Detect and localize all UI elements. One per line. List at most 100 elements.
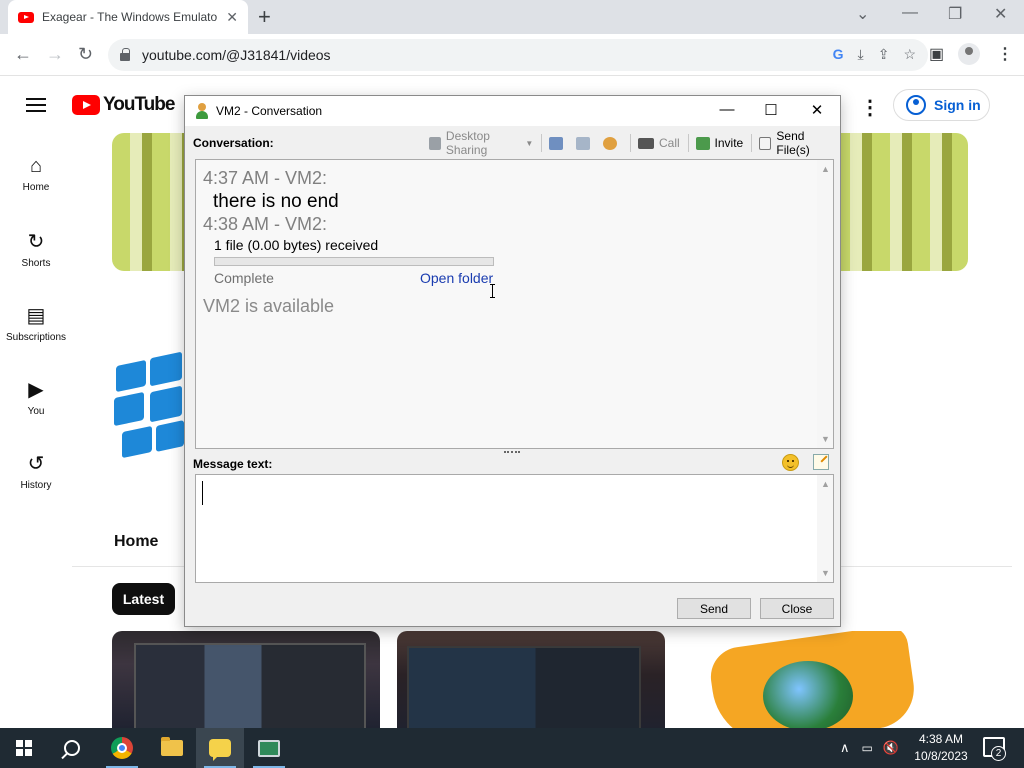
taskbar-clock[interactable]: 4:38 AM 10/8/2023: [912, 731, 970, 765]
chip-latest[interactable]: Latest: [112, 583, 175, 615]
taskbar-messenger[interactable]: [196, 728, 244, 768]
message-scrollbar[interactable]: ▲ ▼: [817, 475, 833, 582]
video-thumbnail[interactable]: [112, 631, 380, 728]
file-info-button[interactable]: [576, 136, 595, 150]
volume-muted-icon[interactable]: 🔇: [883, 740, 899, 756]
sign-in-label: Sign in: [934, 97, 981, 113]
taskbar-search-button[interactable]: [48, 728, 96, 768]
dialog-maximize-button[interactable]: ☐: [756, 101, 786, 119]
settings-button[interactable]: [603, 136, 622, 150]
sidebar-item-label: Shorts: [21, 258, 51, 269]
taskbar-vm-app[interactable]: [245, 728, 293, 768]
file-status: Complete: [214, 270, 274, 286]
video-thumbnail[interactable]: [397, 631, 665, 728]
contact-list-icon: [549, 136, 564, 150]
conversation-window: VM2 - Conversation — ☐ ✕ Conversation: D…: [184, 95, 841, 627]
share-icon[interactable]: ⇪: [878, 46, 890, 63]
desktop-sharing-button[interactable]: Desktop Sharing ▼: [429, 129, 533, 157]
sidebar-item-home[interactable]: ⌂ Home: [0, 155, 72, 193]
message-header: 4:37 AM - VM2:: [203, 168, 328, 188]
conversation-titlebar[interactable]: VM2 - Conversation — ☐ ✕: [185, 96, 840, 126]
message-input[interactable]: ▲ ▼: [195, 474, 834, 583]
chrome-menu-icon[interactable]: ⋮: [997, 44, 1013, 64]
contact-list-button[interactable]: [549, 136, 568, 150]
sidebar-item-label: Home: [22, 182, 50, 193]
open-folder-link[interactable]: Open folder: [420, 270, 493, 286]
sidebar-item-label: Subscriptions: [5, 332, 67, 343]
shorts-icon: ↻: [27, 231, 45, 253]
new-tab-button[interactable]: +: [258, 4, 271, 30]
send-file-icon: [759, 136, 772, 150]
channel-avatar[interactable]: [112, 351, 188, 475]
file-transfer-progress: [214, 257, 494, 266]
restore-window-button[interactable]: ❐: [948, 4, 962, 24]
install-app-icon[interactable]: ⤓: [858, 46, 864, 63]
youtube-logo[interactable]: YouTube: [72, 94, 175, 116]
profile-avatar-icon[interactable]: [958, 43, 980, 65]
address-bar[interactable]: youtube.com/@J31841/videos G ⤓ ⇪ ☆: [108, 39, 928, 71]
send-button[interactable]: Send: [677, 598, 751, 619]
dialog-minimize-button[interactable]: —: [712, 101, 742, 118]
account-circle-icon: [906, 95, 926, 115]
invite-button[interactable]: Invite: [695, 136, 743, 150]
youtube-wordmark: YouTube: [103, 94, 175, 115]
side-panel-icon[interactable]: ▣: [929, 44, 944, 64]
menu-hamburger-icon[interactable]: [26, 98, 46, 112]
pane-splitter-handle[interactable]: [504, 451, 520, 455]
windows-logo-icon: [16, 740, 32, 756]
tab-title: Exagear - The Windows Emulato: [42, 10, 218, 24]
invite-people-icon: [695, 136, 710, 150]
history-icon: ↺: [27, 453, 45, 475]
scroll-up-icon[interactable]: ▲: [821, 479, 830, 489]
back-arrow-icon[interactable]: ←: [14, 44, 32, 65]
gear-icon: [603, 136, 618, 150]
text-format-icon[interactable]: [813, 454, 829, 470]
more-options-icon[interactable]: ⋮: [860, 95, 880, 120]
close-button[interactable]: Close: [760, 598, 834, 619]
emoji-smiley-icon[interactable]: [782, 454, 799, 471]
browser-tab[interactable]: Exagear - The Windows Emulato ✕: [8, 0, 248, 34]
sign-in-button[interactable]: Sign in: [893, 89, 990, 121]
tab-search-chevron-icon[interactable]: ⌄: [856, 4, 869, 24]
tray-overflow-chevron-icon[interactable]: ∧: [840, 740, 850, 756]
taskbar-chrome[interactable]: [98, 728, 146, 768]
windows-taskbar: ∧ ▭ 🔇 4:38 AM 10/8/2023 2: [0, 728, 1024, 768]
file-received-text: 1 file (0.00 bytes) received: [214, 237, 379, 253]
message-text-label: Message text:: [193, 457, 273, 471]
virtual-machine-icon: [258, 739, 280, 757]
sidebar-item-label: You: [27, 406, 45, 417]
sidebar-item-you[interactable]: ▶ You: [0, 377, 72, 417]
scroll-up-icon[interactable]: ▲: [821, 164, 830, 174]
reload-icon[interactable]: ↻: [78, 44, 93, 65]
call-button[interactable]: Call: [637, 136, 680, 150]
google-lens-icon[interactable]: G: [833, 46, 844, 63]
lock-icon: [120, 48, 130, 61]
tab-close-icon[interactable]: ✕: [226, 9, 238, 26]
sidebar-item-shorts[interactable]: ↻ Shorts: [0, 229, 72, 269]
conversation-toolbar: Desktop Sharing ▼ Call Invite Send File(…: [429, 129, 840, 157]
conversation-history[interactable]: 4:37 AM - VM2: there is no end 4:38 AM -…: [195, 159, 834, 449]
video-thumbnail[interactable]: [683, 631, 951, 728]
network-icon[interactable]: ▭: [862, 741, 873, 755]
start-button[interactable]: [0, 728, 48, 768]
tab-home[interactable]: Home: [114, 533, 158, 551]
contact-person-icon: [195, 103, 209, 119]
forward-arrow-icon[interactable]: →: [46, 44, 64, 65]
scroll-down-icon[interactable]: ▼: [821, 434, 830, 444]
desktop-sharing-icon: [429, 136, 441, 150]
conversation-scrollbar[interactable]: ▲ ▼: [817, 160, 833, 448]
sidebar-item-subscriptions[interactable]: ▤ Subscriptions: [0, 303, 72, 343]
send-files-button[interactable]: Send File(s): [759, 129, 832, 157]
taskbar-file-explorer[interactable]: [148, 728, 196, 768]
chrome-icon: [111, 737, 133, 759]
clock-time: 4:38 AM: [918, 732, 964, 746]
dialog-close-button[interactable]: ✕: [802, 101, 832, 119]
close-window-button[interactable]: ✕: [994, 4, 1007, 24]
minimize-window-button[interactable]: —: [902, 4, 918, 22]
sidebar-item-history[interactable]: ↺ History: [0, 451, 72, 491]
scroll-down-icon[interactable]: ▼: [821, 568, 830, 578]
message-text: there is no end: [213, 191, 339, 212]
url-text: youtube.com/@J31841/videos: [142, 47, 331, 63]
bookmark-star-icon[interactable]: ☆: [903, 46, 916, 63]
conversation-label: Conversation:: [193, 136, 274, 150]
